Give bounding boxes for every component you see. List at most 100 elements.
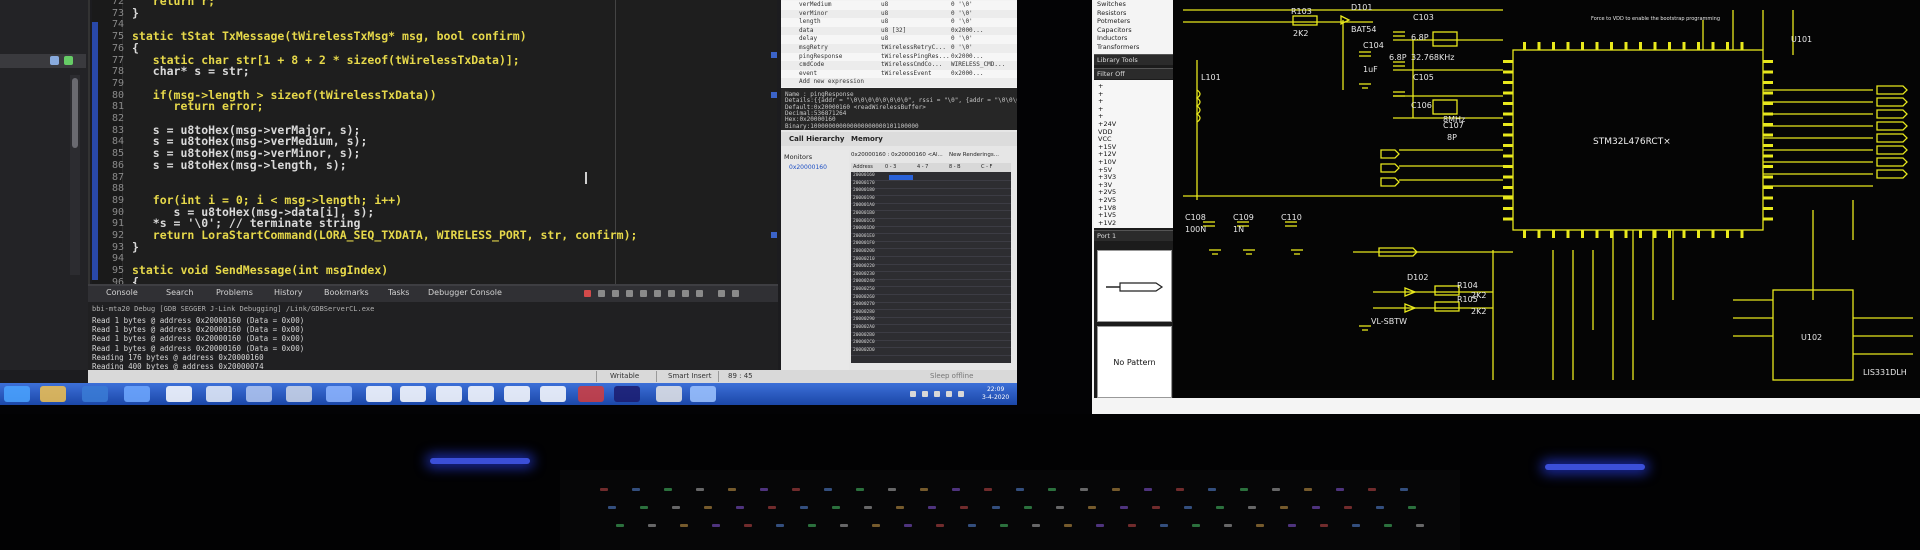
- keyboard-key[interactable]: [968, 524, 976, 527]
- minimize-icon[interactable]: [50, 56, 59, 65]
- keyboard-key[interactable]: [1088, 506, 1096, 509]
- keyboard-key[interactable]: [1240, 488, 1248, 491]
- media-player-icon[interactable]: [614, 386, 640, 402]
- port-header[interactable]: Port 1: [1094, 230, 1173, 241]
- keyboard-key[interactable]: [1112, 488, 1120, 491]
- snowflake-icon[interactable]: [504, 386, 530, 402]
- library-tools-header[interactable]: Library Tools: [1094, 54, 1173, 65]
- rendering-tab[interactable]: 0x20000160 : 0x20000160 <Al...: [851, 152, 943, 158]
- library-category[interactable]: Transformers: [1097, 43, 1139, 51]
- tray-power-icon[interactable]: [958, 391, 964, 397]
- keyboard-key[interactable]: [1272, 488, 1280, 491]
- keyboard-key[interactable]: [1400, 488, 1408, 491]
- keyboard-key[interactable]: [1024, 506, 1032, 509]
- library-category[interactable]: Potmeters: [1097, 17, 1130, 25]
- taskbar-clock[interactable]: 22:09 3-4-2020: [982, 386, 1009, 402]
- keyboard-key[interactable]: [704, 506, 712, 509]
- keyboard-key[interactable]: [1224, 524, 1232, 527]
- keyboard-key[interactable]: [872, 524, 880, 527]
- keyboard-key[interactable]: [800, 506, 808, 509]
- keyboard-key[interactable]: [864, 506, 872, 509]
- keyboard-key[interactable]: [896, 506, 904, 509]
- keyboard-key[interactable]: [1280, 506, 1288, 509]
- net-list[interactable]: + + + + + +24V VDD VCC +15V +12V +10V +5V +3V3 +3V +2V…: [1094, 80, 1173, 228]
- tray-volume-icon[interactable]: [934, 391, 940, 397]
- keyboard-key[interactable]: [960, 506, 968, 509]
- keyboard-key[interactable]: [808, 524, 816, 527]
- explorer-tab-bar[interactable]: [0, 54, 86, 68]
- keyboard-key[interactable]: [1016, 488, 1024, 491]
- keyboard-key[interactable]: [1032, 524, 1040, 527]
- keyboard-key[interactable]: [832, 506, 840, 509]
- folder-icon[interactable]: [40, 386, 66, 402]
- tab-tasks[interactable]: Tasks: [388, 288, 409, 297]
- tab-problems[interactable]: Problems: [216, 288, 253, 297]
- library-category[interactable]: Capacitors: [1097, 26, 1132, 34]
- keyboard-key[interactable]: [856, 488, 864, 491]
- tab-console[interactable]: Console: [106, 288, 138, 297]
- keyboard-key[interactable]: [1184, 506, 1192, 509]
- library-category[interactable]: Inductors: [1097, 34, 1127, 42]
- keyboard-key[interactable]: [1344, 506, 1352, 509]
- keyboard-key[interactable]: [1248, 506, 1256, 509]
- expression-row[interactable]: Add new expression: [781, 78, 1017, 88]
- overview-marker[interactable]: [771, 92, 777, 98]
- tools-icon[interactable]: [246, 386, 272, 402]
- network-icon[interactable]: [326, 386, 352, 402]
- library-category[interactable]: Switches: [1097, 0, 1126, 8]
- keyboard-key[interactable]: [776, 524, 784, 527]
- remove-all-icon[interactable]: [612, 290, 619, 297]
- keyboard-key[interactable]: [928, 506, 936, 509]
- keyboard-key[interactable]: [1064, 524, 1072, 527]
- net-item[interactable]: +1V2: [1098, 219, 1116, 227]
- document-icon[interactable]: [206, 386, 232, 402]
- keyboard-key[interactable]: [920, 488, 928, 491]
- lock-icon[interactable]: [468, 386, 494, 402]
- cloud-icon[interactable]: [690, 386, 716, 402]
- keyboard-key[interactable]: [1176, 488, 1184, 491]
- keyboard-key[interactable]: [1384, 524, 1392, 527]
- keyboard-key[interactable]: [952, 488, 960, 491]
- tab-search[interactable]: Search: [166, 288, 193, 297]
- window-icon[interactable]: [124, 386, 150, 402]
- tray-network-icon[interactable]: [922, 391, 928, 397]
- keyboard-key[interactable]: [1144, 488, 1152, 491]
- keyboard-key[interactable]: [1152, 506, 1160, 509]
- floppy-save-icon[interactable]: [82, 386, 108, 402]
- keyboard-key[interactable]: [680, 524, 688, 527]
- keyboard-key[interactable]: [736, 506, 744, 509]
- keyboard-key[interactable]: [1056, 506, 1064, 509]
- keyboard-key[interactable]: [672, 506, 680, 509]
- word-wrap-icon[interactable]: [654, 290, 661, 297]
- clipboard-icon[interactable]: [540, 386, 566, 402]
- remove-launch-icon[interactable]: [598, 290, 605, 297]
- new-renderings-tab[interactable]: New Renderings...: [949, 152, 999, 158]
- usb-icon[interactable]: [436, 386, 462, 402]
- paint-icon[interactable]: [166, 386, 192, 402]
- home-icon[interactable]: [366, 386, 392, 402]
- keyboard-key[interactable]: [1288, 524, 1296, 527]
- debugger-icon[interactable]: [578, 386, 604, 402]
- keyboard-key[interactable]: [1320, 524, 1328, 527]
- overview-marker[interactable]: [771, 232, 777, 238]
- monitor-entry[interactable]: 0x20000160: [789, 164, 827, 171]
- filter-header[interactable]: Filter Off: [1094, 68, 1173, 79]
- overview-marker[interactable]: [771, 52, 777, 58]
- keyboard-key[interactable]: [1368, 488, 1376, 491]
- start-orb-icon[interactable]: [4, 386, 30, 402]
- explorer-scroll-thumb[interactable]: [72, 78, 78, 148]
- keyboard-key[interactable]: [936, 524, 944, 527]
- keyboard-key[interactable]: [1160, 524, 1168, 527]
- keyboard-key[interactable]: [632, 488, 640, 491]
- maximize-icon[interactable]: [64, 56, 73, 65]
- keyboard-key[interactable]: [1256, 524, 1264, 527]
- keyboard-key[interactable]: [888, 488, 896, 491]
- tab-bookmarks[interactable]: Bookmarks: [324, 288, 369, 297]
- keyboard-key[interactable]: [648, 524, 656, 527]
- keyboard-key[interactable]: [1416, 524, 1424, 527]
- keyboard-key[interactable]: [608, 506, 616, 509]
- keyboard-key[interactable]: [1192, 524, 1200, 527]
- pin-console-icon[interactable]: [668, 290, 675, 297]
- keyboard-key[interactable]: [1336, 488, 1344, 491]
- keyboard-key[interactable]: [1312, 506, 1320, 509]
